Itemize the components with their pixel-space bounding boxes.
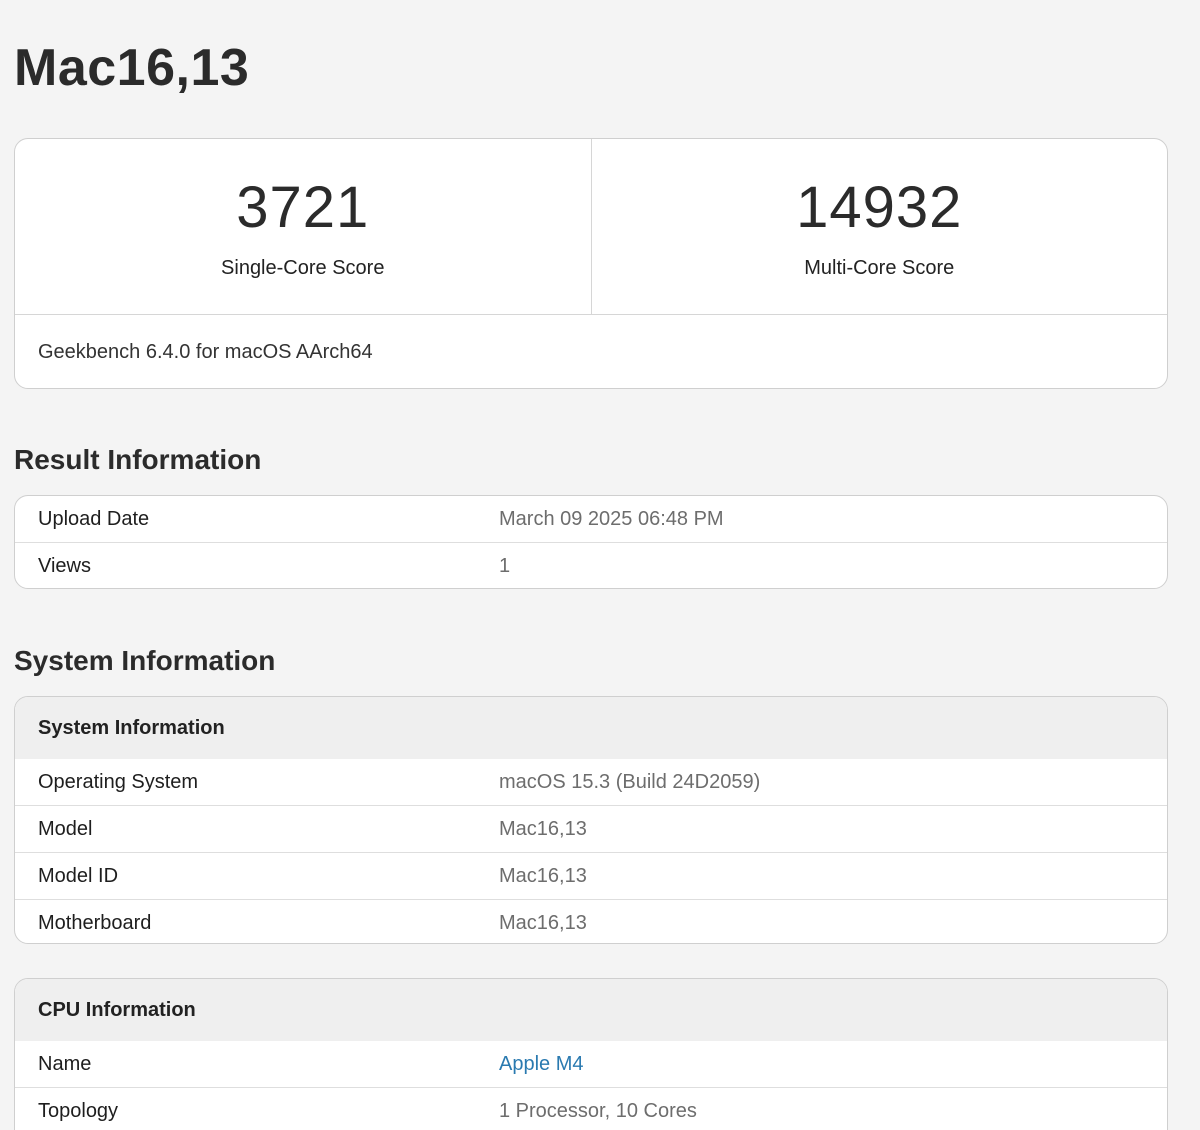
table-row: Name Apple M4: [15, 1041, 1167, 1087]
single-core-score-label: Single-Core Score: [221, 257, 385, 279]
row-value-model-id: Mac16,13: [499, 864, 587, 887]
table-row: Operating System macOS 15.3 (Build 24D20…: [15, 759, 1167, 805]
cpu-name-link[interactable]: Apple M4: [499, 1053, 584, 1076]
result-information-heading: Result Information: [14, 444, 262, 475]
row-key-upload-date: Upload Date: [38, 507, 150, 530]
row-key-motherboard: Motherboard: [38, 911, 152, 934]
multi-core-score-label: Multi-Core Score: [804, 257, 955, 279]
page-title: Mac16,13: [14, 39, 250, 97]
benchmark-result-page: Mac16,13 3721 Single-Core Score 14932 Mu…: [0, 0, 1200, 1130]
row-key-topology: Topology: [38, 1099, 119, 1122]
row-value-topology: 1 Processor, 10 Cores: [499, 1099, 697, 1122]
system-information-heading: System Information: [14, 645, 276, 676]
score-row: 3721 Single-Core Score 14932 Multi-Core …: [15, 139, 1167, 315]
single-core-score-cell: 3721 Single-Core Score: [15, 139, 591, 314]
row-value-views: 1: [499, 554, 511, 577]
table-row: Model ID Mac16,13: [15, 852, 1167, 899]
table-row: Views 1: [15, 542, 1167, 588]
row-key-model-id: Model ID: [38, 864, 119, 887]
score-card: 3721 Single-Core Score 14932 Multi-Core …: [14, 138, 1168, 389]
table-row: Model Mac16,13: [15, 805, 1167, 852]
benchmark-version: Geekbench 6.4.0 for macOS AArch64: [38, 341, 373, 363]
table-row: Topology 1 Processor, 10 Cores: [15, 1087, 1167, 1130]
result-information-table: Upload Date March 09 2025 06:48 PM Views…: [14, 495, 1168, 589]
multi-core-score-value: 14932: [796, 175, 963, 240]
row-value-operating-system: macOS 15.3 (Build 24D2059): [499, 770, 761, 793]
cpu-information-card-title: CPU Information: [15, 979, 1167, 1041]
system-information-card-title: System Information: [15, 697, 1167, 759]
row-key-cpu-name: Name: [38, 1052, 92, 1075]
row-key-views: Views: [38, 554, 91, 577]
table-row: Motherboard Mac16,13: [15, 899, 1167, 943]
row-key-model: Model: [38, 817, 93, 840]
single-core-score-value: 3721: [236, 175, 370, 240]
row-value-upload-date: March 09 2025 06:48 PM: [499, 507, 724, 530]
row-value-motherboard: Mac16,13: [499, 911, 587, 934]
table-row: Upload Date March 09 2025 06:48 PM: [15, 496, 1167, 542]
row-key-operating-system: Operating System: [38, 770, 199, 793]
row-value-model: Mac16,13: [499, 817, 587, 840]
system-information-table: System Information Operating System macO…: [14, 696, 1168, 944]
cpu-information-table: CPU Information Name Apple M4 Topology 1…: [14, 978, 1168, 1130]
multi-core-score-cell: 14932 Multi-Core Score: [590, 139, 1168, 314]
